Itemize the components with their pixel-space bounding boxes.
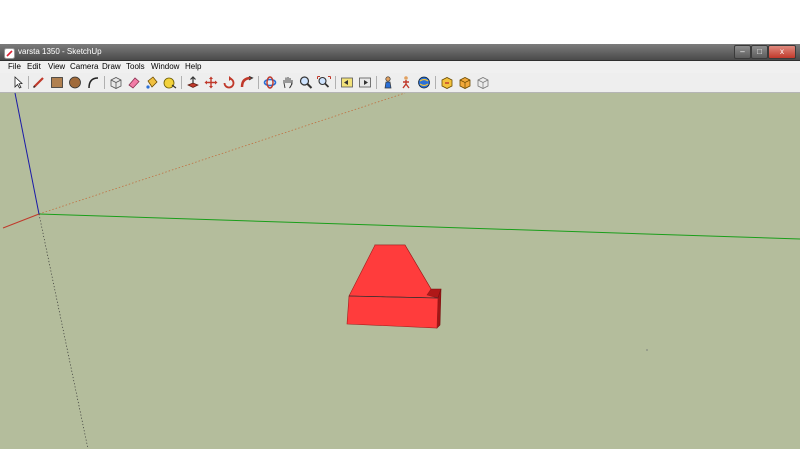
push-pull-icon[interactable] xyxy=(185,75,201,90)
toolbar-separator xyxy=(435,76,436,89)
position-camera-icon[interactable] xyxy=(380,75,396,90)
menu-tools[interactable]: Tools xyxy=(126,61,145,73)
sketchup-app-icon xyxy=(4,46,15,59)
drawing-viewport[interactable] xyxy=(0,93,800,449)
title-bar[interactable]: varsta 1350 - SketchUp – □ x xyxy=(0,44,800,61)
maximize-button[interactable]: □ xyxy=(751,45,768,59)
next-view-icon[interactable] xyxy=(357,75,373,90)
follow-me-icon[interactable] xyxy=(239,75,255,90)
toolbar-separator xyxy=(258,76,259,89)
menu-help[interactable]: Help xyxy=(185,61,201,73)
window-title: varsta 1350 - SketchUp xyxy=(18,47,102,56)
menu-window[interactable]: Window xyxy=(151,61,179,73)
menu-camera[interactable]: Camera xyxy=(70,61,98,73)
make-component-icon[interactable] xyxy=(108,75,124,90)
get-models-icon[interactable] xyxy=(416,75,432,90)
zoom-icon[interactable] xyxy=(298,75,314,90)
share-model-icon[interactable] xyxy=(439,75,455,90)
share-component-icon[interactable] xyxy=(457,75,473,90)
tape-measure-icon[interactable] xyxy=(162,75,178,90)
menu-draw[interactable]: Draw xyxy=(102,61,121,73)
viewport-speck xyxy=(646,349,648,351)
menu-bar: File Edit View Camera Draw Tools Window … xyxy=(0,61,800,73)
eraser-icon[interactable] xyxy=(126,75,142,90)
close-button[interactable]: x xyxy=(768,45,796,59)
toolbar-separator xyxy=(376,76,377,89)
empty-top-area xyxy=(0,0,800,44)
rectangle-icon[interactable] xyxy=(49,75,65,90)
blue-axis xyxy=(14,93,40,215)
green-axis xyxy=(38,213,800,240)
sketchup-window: varsta 1350 - SketchUp – □ x File Edit V… xyxy=(0,44,800,449)
toolbar-separator xyxy=(104,76,105,89)
toolbar-separator xyxy=(181,76,182,89)
paint-bucket-icon[interactable] xyxy=(144,75,160,90)
arc-icon[interactable] xyxy=(85,75,101,90)
menu-file[interactable]: File xyxy=(8,61,21,73)
red-axis-dotted xyxy=(38,93,406,215)
move-icon[interactable] xyxy=(203,75,219,90)
menu-view[interactable]: View xyxy=(48,61,65,73)
pan-icon[interactable] xyxy=(280,75,296,90)
previous-view-icon[interactable] xyxy=(339,75,355,90)
red-axis xyxy=(2,213,40,229)
pencil-icon[interactable] xyxy=(31,75,47,90)
select-icon[interactable] xyxy=(10,75,26,90)
menu-edit[interactable]: Edit xyxy=(27,61,41,73)
zoom-extents-icon[interactable] xyxy=(316,75,332,90)
toolbar-separator xyxy=(335,76,336,89)
walk-icon[interactable] xyxy=(398,75,414,90)
circle-icon[interactable] xyxy=(67,75,83,90)
rotate-icon[interactable] xyxy=(221,75,237,90)
blue-axis-dotted xyxy=(38,213,89,449)
toolbar xyxy=(0,73,800,93)
orbit-icon[interactable] xyxy=(262,75,278,90)
toolbar-separator xyxy=(28,76,29,89)
component-icon[interactable] xyxy=(475,75,491,90)
red-3d-model[interactable] xyxy=(346,244,442,329)
minimize-button[interactable]: – xyxy=(734,45,751,59)
